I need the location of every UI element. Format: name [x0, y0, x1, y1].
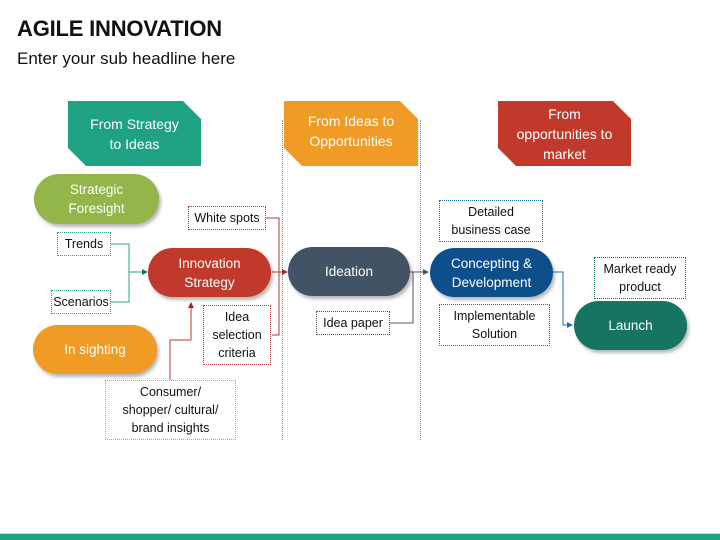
input-scenarios: Scenarios — [51, 290, 111, 314]
consumer-connector — [169, 302, 194, 380]
footer-bar — [0, 533, 720, 540]
node-innovation-strategy: Innovation Strategy — [148, 248, 271, 297]
input-trends: Trends — [57, 232, 111, 256]
concepting-launch-connector — [553, 271, 573, 328]
input-consumer-insights: Consumer/shopper/ cultural/brand insight… — [105, 380, 236, 440]
node-launch: Launch — [574, 301, 687, 350]
node-strategic-foresight: Strategic Foresight — [34, 174, 159, 224]
node-ideation: Ideation — [288, 247, 410, 296]
phase-header-strategy-to-ideas: From Strategy to Ideas — [68, 101, 201, 166]
input-market-ready-product: Market ready product — [594, 257, 686, 299]
input-implementable-solution: Implementable Solution — [439, 304, 550, 346]
input-white-spots: White spots — [188, 206, 266, 230]
phase-header-ideas-to-opportunities: From Ideas to Opportunities — [284, 101, 418, 166]
input-detailed-business-case: Detailed business case — [439, 200, 543, 242]
node-in-sighting: In sighting — [33, 325, 157, 374]
node-concepting-development: Concepting & Development — [430, 248, 553, 297]
trends-scenarios-connector — [111, 243, 148, 303]
input-idea-selection-criteria: Idea selection criteria — [203, 305, 271, 365]
phase-header-opportunities-to-market: From opportunities to market — [498, 101, 631, 166]
input-idea-paper: Idea paper — [316, 311, 390, 335]
